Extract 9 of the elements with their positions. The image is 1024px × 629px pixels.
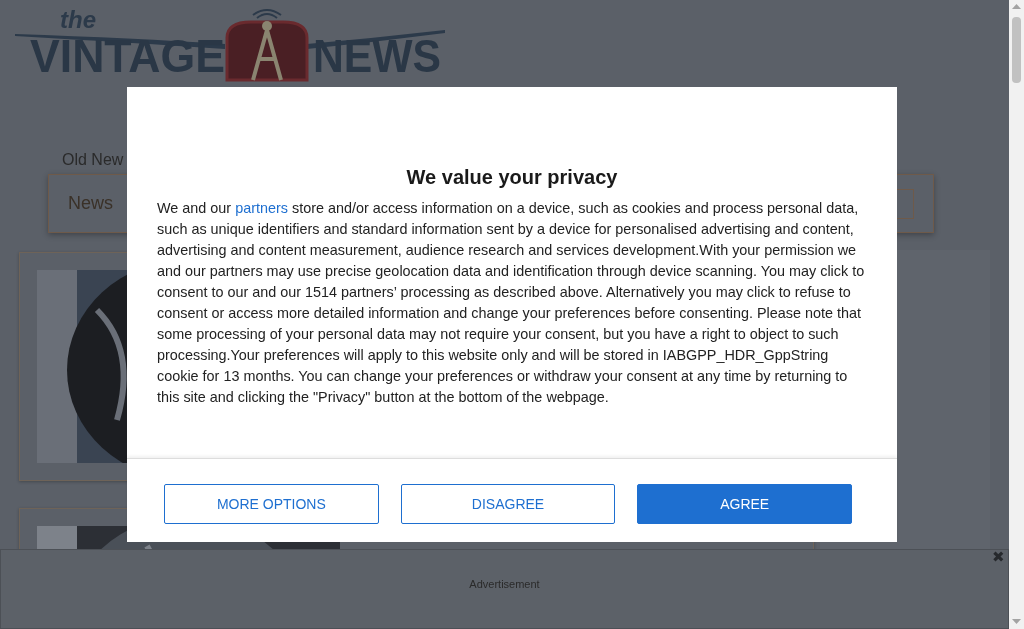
- disagree-button[interactable]: DISAGREE: [400, 484, 616, 524]
- more-options-button[interactable]: MORE OPTIONS: [164, 484, 379, 524]
- consent-text: We and our partners store and/or access information on a device, such as cookies and process personal data, such as unique identifiers and standard information sent by a device for personalised advertising and content, advertising and content measurement, audience research and services development.With your permission we and our partners may use precise geolocation data and identification through device scanning. You may click to consent to our and our 1514 partners’ processing as described above. Alternatively you may click to refuse to consent or access more detailed information and change your preferences before consenting. Please note that some processing of your personal data may not require your consent, but you have a right to object to such processing.Your preferences will apply to this website only and will be stored in IABGPP_HDR_GppString cookie for 13 months. You can change your preferences or withdraw your consent at any time by returning to this site and clicking the "Privacy" button at the bottom of the webpage.: [157, 199, 866, 407]
- radio-tower-icon: [225, 9, 309, 82]
- partners-link[interactable]: partners: [235, 200, 288, 216]
- tagline: Old New: [62, 150, 125, 170]
- ad-label: Advertisement: [469, 577, 540, 592]
- agree-button[interactable]: AGREE: [637, 484, 852, 524]
- dialog-title: We value your privacy: [405, 165, 619, 189]
